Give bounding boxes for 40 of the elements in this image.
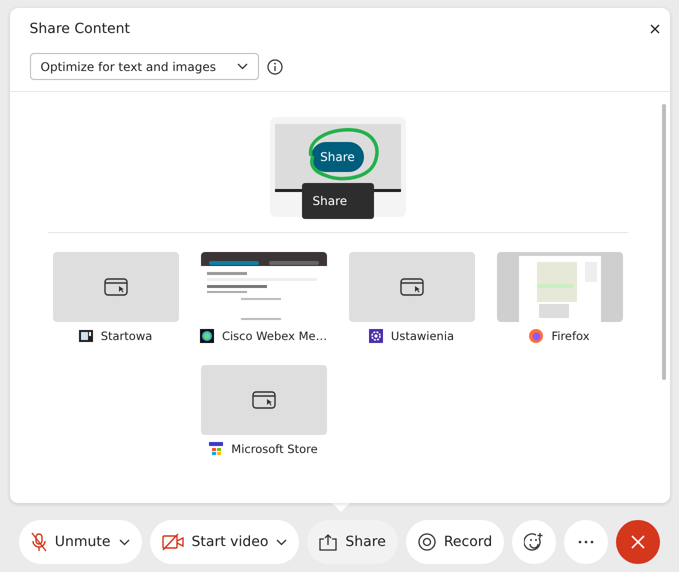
close-button[interactable] — [648, 22, 662, 36]
window-icon — [104, 278, 128, 296]
window-thumbnail[interactable] — [52, 252, 178, 322]
share-button[interactable]: Share — [311, 142, 364, 172]
tooltip: Share — [302, 183, 374, 219]
window-title: Cisco Webex Me… — [222, 329, 328, 343]
share-button[interactable]: Share — [307, 520, 398, 564]
window-icon — [252, 391, 276, 409]
record-icon — [418, 533, 436, 551]
app-ring-icon — [200, 329, 214, 343]
store-bag-icon — [209, 442, 224, 456]
window-title: Startowa — [100, 329, 152, 343]
window-thumbnail[interactable] — [348, 252, 474, 322]
gear-icon — [368, 329, 383, 343]
close-icon — [631, 535, 646, 549]
muted-microphone-icon — [30, 532, 47, 552]
leave-button[interactable] — [616, 520, 660, 564]
screen-card[interactable]: Share Share — [270, 117, 406, 217]
fox-globe-icon — [529, 329, 544, 343]
video-button[interactable]: Start video — [150, 520, 300, 564]
more-button[interactable] — [564, 520, 608, 564]
window-thumbnail[interactable] — [200, 365, 326, 435]
video-off-icon — [162, 533, 184, 551]
record-button[interactable]: Record — [406, 520, 504, 564]
close-icon — [650, 24, 660, 34]
app-window-icon — [78, 329, 93, 343]
window-title: Microsoft Store — [231, 442, 318, 456]
share-upload-icon — [319, 534, 338, 550]
smiley-plus-icon — [524, 532, 544, 552]
scrollbar[interactable] — [662, 104, 666, 380]
more-icon — [578, 540, 594, 544]
emoji-button[interactable] — [512, 520, 556, 564]
window-title: Ustawienia — [390, 329, 454, 343]
window-icon — [400, 278, 424, 296]
window-title: Firefox — [551, 329, 590, 343]
optimize-dropdown[interactable]: Optimize for text and images — [30, 53, 258, 80]
info-icon[interactable] — [266, 58, 282, 74]
dialog-title: Share Content — [30, 21, 130, 37]
caret-icon — [236, 63, 248, 70]
mic-button[interactable]: Unmute — [18, 520, 142, 564]
